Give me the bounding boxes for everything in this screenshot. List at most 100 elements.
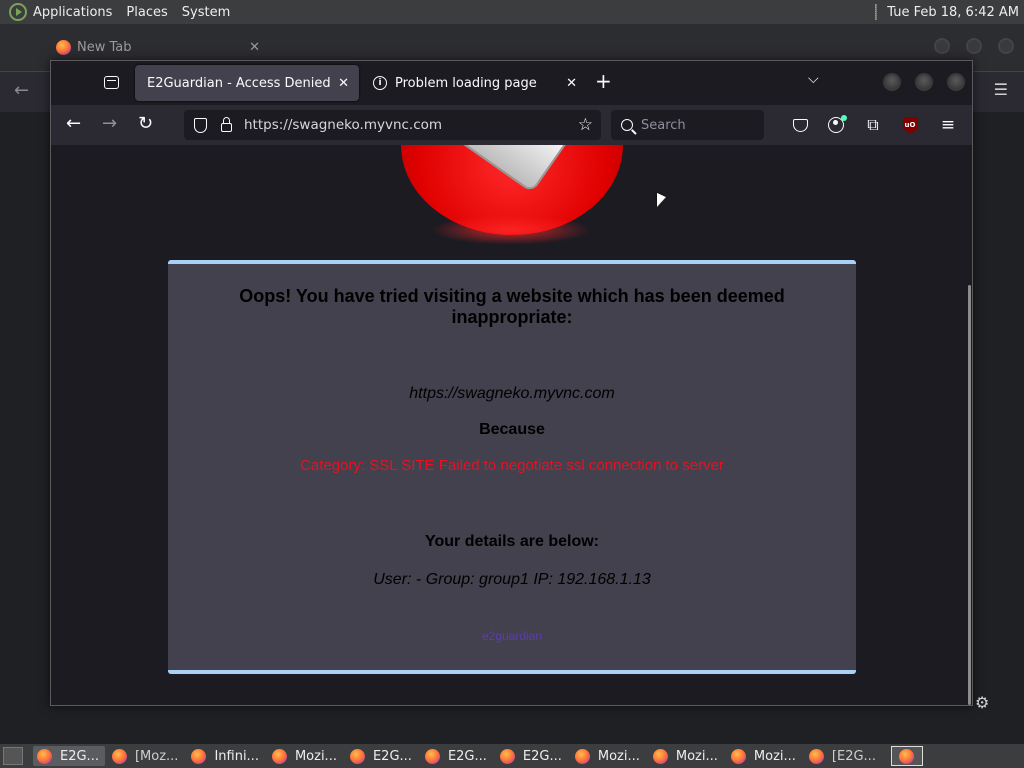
reload-button[interactable]: ↻ <box>138 113 153 134</box>
firefox-icon <box>424 748 440 764</box>
block-reason: Category: SSL SITE Failed to negotiate s… <box>300 457 724 474</box>
back-button[interactable]: ← <box>66 113 81 134</box>
clock-text: Tue Feb 18, 6:42 AM <box>887 4 1019 20</box>
mouse-cursor-icon <box>657 192 666 212</box>
tab-problem-loading[interactable]: i Problem loading page ✕ <box>365 65 587 101</box>
new-tab-button[interactable]: + <box>595 69 612 93</box>
menu-applications[interactable]: Applications <box>33 5 112 20</box>
firefox-icon <box>652 748 668 764</box>
firefox-view-icon <box>103 75 119 89</box>
taskbar-item-label: [Moz... <box>134 748 179 764</box>
taskbar-item[interactable]: E2G... <box>421 746 493 766</box>
bookmark-star-icon[interactable]: ☆ <box>578 115 593 135</box>
stop-sign-bar <box>433 145 573 194</box>
taskbar-item[interactable]: E2G... <box>346 746 418 766</box>
taskbar-item[interactable]: E2G... <box>33 746 105 766</box>
search-placeholder: Search <box>641 117 686 133</box>
gear-icon[interactable]: ⚙ <box>975 693 989 712</box>
firefox-icon <box>271 748 287 764</box>
taskbar-item[interactable]: Mozi... <box>727 746 802 766</box>
sync-badge <box>841 115 847 121</box>
firefox-icon <box>349 748 365 764</box>
tab-bar: E2Guardian - Access Denied ✕ i Problem l… <box>51 61 972 104</box>
firefox-icon <box>808 748 824 764</box>
taskbar: E2G... [Moz... Infini... Mozi... E2G... … <box>0 744 1024 768</box>
taskbar-item-label: Mozi... <box>675 748 718 764</box>
url-text[interactable]: https://swagneko.myvnc.com <box>244 117 442 133</box>
window-close-icon[interactable] <box>998 38 1014 54</box>
page-title: Oops! You have tried visiting a website … <box>239 286 785 327</box>
blocked-url: https://swagneko.myvnc.com <box>409 385 615 402</box>
taskbar-item[interactable]: E2G... <box>496 746 568 766</box>
browser-window: E2Guardian - Access Denied ✕ i Problem l… <box>50 60 973 706</box>
firefox-icon <box>111 748 127 764</box>
extensions-button[interactable]: ⧉ <box>862 114 884 136</box>
taskbar-item-label: E2G... <box>522 748 562 764</box>
search-icon <box>621 119 633 131</box>
firefox-icon <box>730 748 746 764</box>
window-close-icon[interactable] <box>947 73 965 91</box>
pocket-icon <box>792 118 808 132</box>
taskbar-item[interactable]: Mozi... <box>649 746 724 766</box>
menu-places[interactable]: Places <box>126 5 167 20</box>
lock-icon[interactable] <box>221 116 232 132</box>
search-input[interactable]: Search <box>611 110 764 140</box>
tab-e2guardian[interactable]: E2Guardian - Access Denied ✕ <box>135 65 359 101</box>
taskbar-item-label: E2G... <box>447 748 487 764</box>
account-button[interactable] <box>825 114 847 136</box>
taskbar-item-label: Mozi... <box>294 748 337 764</box>
tracking-protection-shield-icon[interactable] <box>194 117 207 133</box>
e2guardian-link[interactable]: e2guardian <box>168 629 856 643</box>
clock[interactable]: Tue Feb 18, 6:42 AM <box>875 4 1019 20</box>
tab-label: Problem loading page <box>395 75 537 91</box>
taskbar-item-label: Infini... <box>214 748 259 764</box>
firefox-icon <box>574 748 590 764</box>
forward-button[interactable]: → <box>102 113 117 134</box>
access-denied-card: Oops! You have tried visiting a website … <box>168 260 856 674</box>
window-maximize-icon[interactable] <box>915 73 933 91</box>
system-logo-icon[interactable] <box>9 3 27 21</box>
show-desktop-button[interactable] <box>3 747 23 765</box>
close-icon[interactable]: ✕ <box>249 40 260 55</box>
url-bar[interactable]: https://swagneko.myvnc.com ☆ <box>184 110 601 140</box>
close-icon[interactable]: ✕ <box>566 76 577 91</box>
taskbar-item[interactable]: [Moz... <box>108 746 184 766</box>
taskbar-item-label: [E2G... <box>831 748 876 764</box>
taskbar-item[interactable]: Mozi... <box>571 746 646 766</box>
firefox-icon <box>191 748 207 764</box>
ublock-origin-icon: uO <box>902 117 918 133</box>
taskbar-item[interactable]: Infini... <box>187 746 265 766</box>
top-panel: Applications Places System Tue Feb 18, 6… <box>0 0 1024 24</box>
close-icon[interactable]: ✕ <box>338 76 349 91</box>
tab-label: E2Guardian - Access Denied <box>147 75 331 91</box>
firefox-icon <box>899 748 915 764</box>
firefox-icon <box>499 748 515 764</box>
taskbar-item-label: Mozi... <box>597 748 640 764</box>
window-minimize-icon[interactable] <box>934 38 950 54</box>
firefox-icon <box>37 748 52 764</box>
app-menu-button[interactable]: ≡ <box>937 114 959 136</box>
taskbar-item-label: E2G... <box>372 748 412 764</box>
pocket-button[interactable] <box>789 114 811 136</box>
firefox-view-button[interactable] <box>101 73 121 91</box>
window-minimize-icon[interactable] <box>883 73 901 91</box>
menu-system[interactable]: System <box>182 5 230 20</box>
details-heading: Your details are below: <box>425 533 599 550</box>
background-back-icon[interactable]: ← <box>14 80 29 101</box>
scrollbar[interactable] <box>968 285 971 705</box>
taskbar-item[interactable]: Mozi... <box>268 746 343 766</box>
taskbar-item-label: E2G... <box>60 748 99 764</box>
stop-sign-glow <box>431 215 591 245</box>
firefox-icon <box>56 39 71 55</box>
ublock-button[interactable]: uO <box>899 114 921 136</box>
background-tab-new-tab[interactable]: New Tab ✕ <box>46 36 270 58</box>
list-all-tabs-chevron-icon[interactable]: ⌵ <box>808 71 819 87</box>
page-content: Oops! You have tried visiting a website … <box>51 145 972 705</box>
window-maximize-icon[interactable] <box>966 38 982 54</box>
navigation-toolbar: ← → ↻ https://swagneko.myvnc.com ☆ Searc… <box>51 105 972 145</box>
panel-separator <box>875 4 878 20</box>
background-menu-icon[interactable]: ☰ <box>994 80 1008 99</box>
background-tab-label: New Tab <box>77 39 132 55</box>
workspace-switcher[interactable] <box>890 746 923 766</box>
taskbar-item[interactable]: [E2G... <box>805 746 882 766</box>
